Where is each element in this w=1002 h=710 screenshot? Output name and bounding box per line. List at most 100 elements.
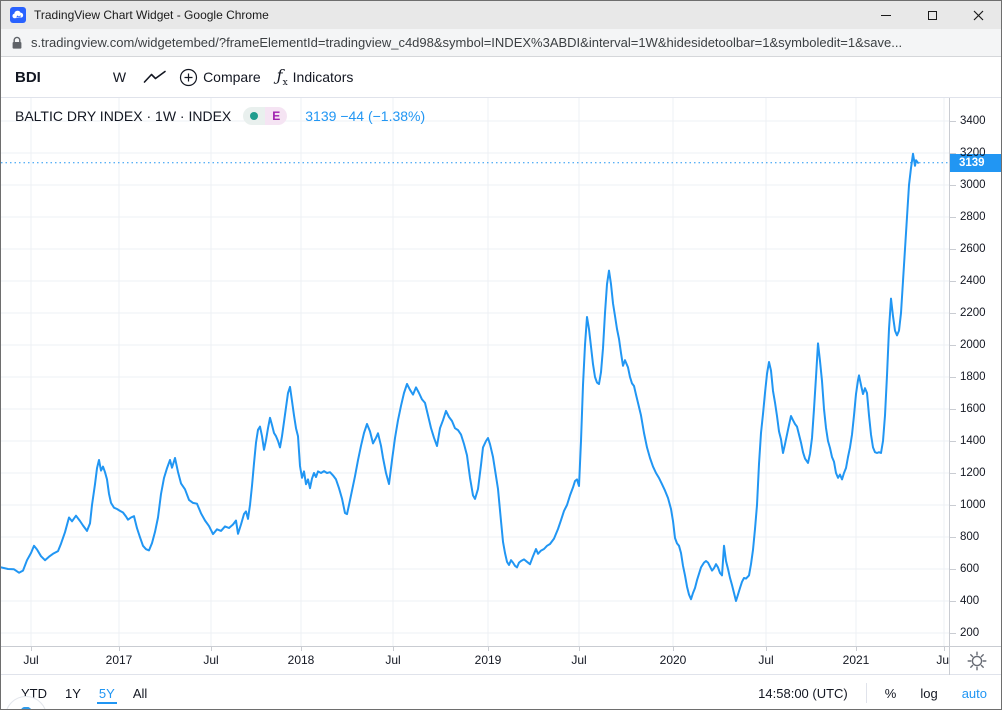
interval-button[interactable]: W [113, 69, 126, 85]
chart-toolbar: BDI W Compare ƒx Indicators [1, 57, 1001, 98]
time-axis-tick [393, 647, 394, 651]
time-axis-tick [579, 647, 580, 651]
symbol-button[interactable]: BDI [15, 69, 41, 86]
price-axis-label: 800 [960, 529, 979, 545]
price-axis-label: 1600 [960, 401, 986, 417]
price-axis-tick [950, 217, 956, 218]
price-axis-tick [950, 505, 956, 506]
price-axis-label: 2800 [960, 209, 986, 225]
clock-label: 14:58:00 (UTC) [758, 686, 848, 701]
line-chart-icon [143, 70, 167, 84]
compare-label: Compare [203, 69, 261, 85]
price-axis-tick [950, 409, 956, 410]
time-axis-label: Jul [203, 653, 218, 667]
price-axis-label: 1800 [960, 369, 986, 385]
price-axis-tick [950, 249, 956, 250]
price-axis-tick [950, 441, 956, 442]
range-button-all[interactable]: All [131, 683, 149, 704]
price-axis-tick [950, 121, 956, 122]
time-axis-tick [301, 647, 302, 651]
data-status-badge[interactable]: E [243, 107, 287, 125]
chart-plot[interactable] [1, 98, 949, 646]
price-axis-label: 2400 [960, 273, 986, 289]
bottom-toolbar: YTD1Y5YAll 14:58:00 (UTC) % log auto [1, 674, 1001, 710]
title-bar: TradingView Chart Widget - Google Chrome [1, 1, 1001, 29]
time-axis-label: Jul [571, 653, 586, 667]
browser-window: TradingView Chart Widget - Google Chrome… [0, 0, 1002, 710]
indicators-button[interactable]: ƒx Indicators [277, 66, 354, 88]
log-scale-button[interactable]: log [920, 686, 937, 701]
gear-icon [967, 651, 987, 671]
close-icon [973, 10, 984, 21]
price-axis-tick [950, 633, 956, 634]
time-axis-tick [856, 647, 857, 651]
time-axis-tick [488, 647, 489, 651]
lock-icon [11, 36, 23, 50]
price-axis-tick [950, 153, 956, 154]
price-axis-tick [950, 377, 956, 378]
quote-values: 3139 −44 (−1.38%) [305, 108, 425, 124]
price-axis-label: 2000 [960, 337, 986, 353]
window-title: TradingView Chart Widget - Google Chrome [34, 8, 269, 22]
time-axis-tick [211, 647, 212, 651]
maximize-button[interactable] [909, 1, 955, 29]
time-axis-label: Jul [936, 653, 949, 667]
time-axis-label: Jul [758, 653, 773, 667]
quote-change-pct: (−1.38%) [368, 108, 425, 124]
time-axis-tick [673, 647, 674, 651]
time-axis-labels: Jul 2017 Jul 2018 Jul 2019 Jul 2020 Jul 2021 Jul [1, 647, 949, 675]
maximize-icon [928, 11, 937, 20]
percent-scale-button[interactable]: % [885, 686, 897, 701]
price-axis-tick [950, 281, 956, 282]
time-axis-tick [944, 647, 945, 651]
price-axis[interactable]: 3139 20040060080010001200140016001800200… [949, 98, 1002, 646]
time-axis-label: Jul [23, 653, 38, 667]
indicators-label: Indicators [293, 69, 354, 85]
time-axis-label: 2021 [843, 653, 870, 667]
time-axis-label: 2020 [660, 653, 687, 667]
time-axis-tick [766, 647, 767, 651]
price-axis-tick [950, 537, 956, 538]
price-axis-label: 200 [960, 625, 979, 641]
price-axis-tick [950, 601, 956, 602]
tradingview-favicon-icon [10, 7, 26, 23]
price-axis-label: 3400 [960, 113, 986, 129]
eod-badge-icon: E [265, 107, 287, 125]
minimize-button[interactable] [863, 1, 909, 29]
chart-region: BALTIC DRY INDEX · 1W · INDEX E 3139 −44… [1, 98, 1002, 646]
range-button-5y[interactable]: 5Y [97, 683, 117, 704]
time-axis-label: Jul [385, 653, 400, 667]
close-button[interactable] [955, 1, 1001, 29]
quote-price: 3139 [305, 108, 336, 124]
price-axis-label: 400 [960, 593, 979, 609]
price-axis-label: 2600 [960, 241, 986, 257]
auto-scale-button[interactable]: auto [962, 686, 987, 701]
price-axis-tick [950, 473, 956, 474]
chart-legend: BALTIC DRY INDEX · 1W · INDEX E 3139 −44… [15, 107, 425, 125]
range-button-1y[interactable]: 1Y [63, 683, 83, 704]
fx-icon: ƒx [277, 66, 288, 88]
time-axis-tick [31, 647, 32, 651]
compare-button[interactable]: Compare [179, 68, 261, 87]
time-axis-tick [119, 647, 120, 651]
price-axis-label: 3200 [960, 145, 986, 161]
price-axis-tick [950, 313, 956, 314]
time-axis-label: 2018 [288, 653, 315, 667]
price-axis-label: 3000 [960, 177, 986, 193]
minimize-icon [881, 15, 891, 16]
axis-settings-cell[interactable] [949, 647, 1002, 675]
time-axis-label: 2017 [106, 653, 133, 667]
price-axis-tick [950, 185, 956, 186]
address-bar[interactable]: s.tradingview.com/widgetembed/?frameElem… [1, 29, 1001, 57]
realtime-dot-icon [243, 107, 265, 125]
price-axis-tick [950, 569, 956, 570]
price-axis-label: 1200 [960, 465, 986, 481]
time-axis[interactable]: Jul 2017 Jul 2018 Jul 2019 Jul 2020 Jul 2021 Jul [1, 646, 1002, 674]
line-style-button[interactable] [143, 70, 167, 84]
legend-title: BALTIC DRY INDEX · 1W · INDEX [15, 108, 231, 124]
time-axis-label: 2019 [475, 653, 502, 667]
price-axis-label: 2200 [960, 305, 986, 321]
price-axis-label: 1000 [960, 497, 986, 513]
quote-change: −44 [340, 108, 364, 124]
price-axis-tick [950, 345, 956, 346]
